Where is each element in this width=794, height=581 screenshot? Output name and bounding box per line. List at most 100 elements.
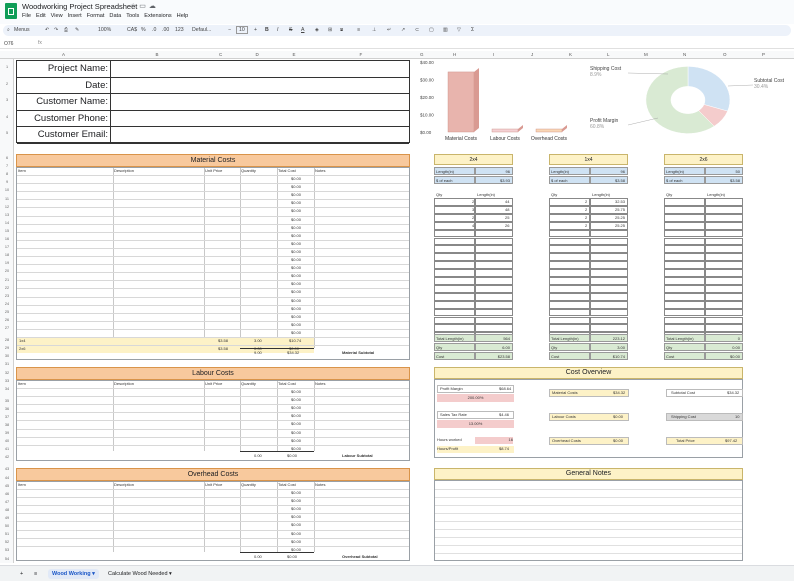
row-header[interactable]: 21 bbox=[0, 278, 14, 282]
column-header[interactable]: J bbox=[531, 52, 533, 57]
menu-item-tools[interactable]: Tools bbox=[126, 13, 139, 19]
row-header[interactable]: 19 bbox=[0, 261, 14, 265]
star-icon[interactable]: ☆ bbox=[130, 3, 139, 10]
column-header[interactable]: A bbox=[62, 52, 65, 57]
cut-length-cell[interactable] bbox=[705, 213, 743, 222]
row-header[interactable]: 10 bbox=[0, 188, 14, 192]
cut-length-cell[interactable] bbox=[475, 261, 513, 270]
row-header[interactable]: 5 bbox=[0, 131, 14, 135]
cut-qty-cell[interactable] bbox=[664, 237, 705, 246]
cut-length[interactable]: 44 bbox=[505, 199, 509, 204]
row-header[interactable]: 25 bbox=[0, 310, 14, 314]
strikethrough-icon[interactable]: S bbox=[289, 27, 292, 33]
row-header[interactable]: 14 bbox=[0, 221, 14, 225]
row-header[interactable]: 24 bbox=[0, 302, 14, 306]
cut-qty-cell[interactable] bbox=[549, 316, 590, 325]
row-header[interactable]: 35 bbox=[0, 399, 14, 403]
cut-length-cell[interactable] bbox=[475, 269, 513, 277]
row-header[interactable]: 17 bbox=[0, 245, 14, 249]
row-header[interactable]: 50 bbox=[0, 524, 14, 528]
column-header[interactable]: K bbox=[569, 52, 572, 57]
cut-qty[interactable]: 2 bbox=[585, 215, 587, 220]
italic-icon[interactable]: I bbox=[277, 27, 278, 33]
cut-qty-cell[interactable] bbox=[434, 324, 475, 333]
row-header[interactable]: 45 bbox=[0, 484, 14, 488]
cut-qty-cell[interactable] bbox=[664, 316, 705, 325]
cut-length-cell[interactable] bbox=[590, 229, 628, 238]
column-header[interactable]: N bbox=[683, 52, 686, 57]
menu-item-format[interactable]: Format bbox=[87, 13, 105, 19]
row-header[interactable]: 47 bbox=[0, 500, 14, 504]
wrap-icon[interactable]: ↵ bbox=[387, 27, 391, 33]
cut-length-cell[interactable] bbox=[475, 245, 513, 254]
row-header[interactable]: 26 bbox=[0, 318, 14, 322]
row-header[interactable]: 18 bbox=[0, 253, 14, 257]
cut-qty-cell[interactable] bbox=[664, 324, 705, 333]
rotate-icon[interactable]: ↗ bbox=[401, 27, 405, 33]
row-header[interactable]: 4 bbox=[0, 115, 14, 119]
print-icon[interactable]: ⎙ bbox=[64, 27, 68, 34]
project-value-input[interactable] bbox=[111, 61, 409, 78]
cut-qty[interactable]: 2 bbox=[585, 199, 587, 204]
row-header[interactable]: 41 bbox=[0, 447, 14, 451]
row-header[interactable]: 46 bbox=[0, 492, 14, 496]
cut-qty-cell[interactable] bbox=[549, 284, 590, 293]
row-header[interactable]: 42 bbox=[0, 455, 14, 459]
cut-length[interactable]: 26 bbox=[505, 223, 509, 228]
cut-qty[interactable]: 2 bbox=[585, 207, 587, 212]
borders-icon[interactable]: ⊞ bbox=[328, 27, 332, 33]
cut-qty-cell[interactable] bbox=[664, 277, 705, 285]
cut-qty-cell[interactable] bbox=[434, 237, 475, 246]
decrease-decimal[interactable]: .0 bbox=[152, 27, 156, 33]
row-header[interactable]: 8 bbox=[0, 172, 14, 176]
cost-pie-chart[interactable]: Shipping Cost8.9%Subtotal Cost30.4%Profi… bbox=[588, 60, 794, 152]
column-header[interactable]: P bbox=[762, 52, 765, 57]
cut-qty-cell[interactable] bbox=[434, 269, 475, 277]
shipping-cost-input[interactable]: 10 bbox=[735, 414, 739, 419]
cut-qty-cell[interactable] bbox=[664, 205, 705, 214]
row-header[interactable]: 31 bbox=[0, 362, 14, 366]
menu-item-view[interactable]: View bbox=[51, 13, 63, 19]
cut-length-cell[interactable] bbox=[705, 205, 743, 214]
cut-qty-cell[interactable] bbox=[549, 277, 590, 285]
cut-length-cell[interactable] bbox=[705, 261, 743, 270]
cut-qty[interactable]: 2 bbox=[585, 223, 587, 228]
board-price-value[interactable]: $3.93 bbox=[475, 176, 513, 184]
row-header[interactable]: 54 bbox=[0, 557, 14, 561]
cut-qty-cell[interactable] bbox=[664, 198, 705, 206]
cut-qty-cell[interactable] bbox=[434, 316, 475, 325]
row-header[interactable]: 39 bbox=[0, 431, 14, 435]
cut-length-cell[interactable] bbox=[590, 300, 628, 309]
cut-length-cell[interactable] bbox=[590, 277, 628, 285]
cut-qty[interactable]: 3 bbox=[472, 207, 474, 212]
cut-qty-cell[interactable] bbox=[434, 308, 475, 317]
cut-length-cell[interactable] bbox=[590, 245, 628, 254]
cut-length[interactable]: 25.25 bbox=[615, 215, 625, 220]
search-icon[interactable]: ⌕ bbox=[7, 27, 10, 34]
cut-length-cell[interactable] bbox=[475, 229, 513, 238]
cut-qty-cell[interactable] bbox=[664, 308, 705, 317]
row-header[interactable]: 7 bbox=[0, 164, 14, 168]
cost-bar-chart[interactable]: $40.00 $30.00 $20.00 $10.00 $0.00 Material Co… bbox=[418, 60, 588, 152]
column-header[interactable]: O bbox=[723, 52, 727, 57]
menu-item-edit[interactable]: Edit bbox=[36, 13, 46, 19]
cut-qty-cell[interactable] bbox=[664, 245, 705, 254]
link-icon[interactable]: ⊂ bbox=[415, 27, 419, 33]
column-header[interactable]: G bbox=[420, 52, 424, 57]
general-notes-area[interactable] bbox=[434, 480, 743, 561]
cut-length[interactable]: 25.25 bbox=[615, 223, 625, 228]
cut-qty-cell[interactable] bbox=[664, 261, 705, 270]
cut-qty-cell[interactable] bbox=[434, 221, 475, 230]
row-header[interactable]: 53 bbox=[0, 548, 14, 552]
cut-qty-cell[interactable] bbox=[549, 292, 590, 301]
search-menus[interactable]: Menus bbox=[14, 27, 30, 33]
cut-qty-cell[interactable] bbox=[549, 253, 590, 262]
cut-qty-cell[interactable] bbox=[434, 198, 475, 206]
row-header[interactable]: 43 bbox=[0, 467, 14, 471]
cut-length-cell[interactable] bbox=[475, 284, 513, 293]
cut-length-cell[interactable] bbox=[590, 308, 628, 317]
cut-length[interactable]: 25.75 bbox=[615, 207, 625, 212]
add-sheet-button[interactable]: + bbox=[16, 569, 27, 579]
cut-length-cell[interactable] bbox=[475, 277, 513, 285]
row-header[interactable]: 22 bbox=[0, 286, 14, 290]
